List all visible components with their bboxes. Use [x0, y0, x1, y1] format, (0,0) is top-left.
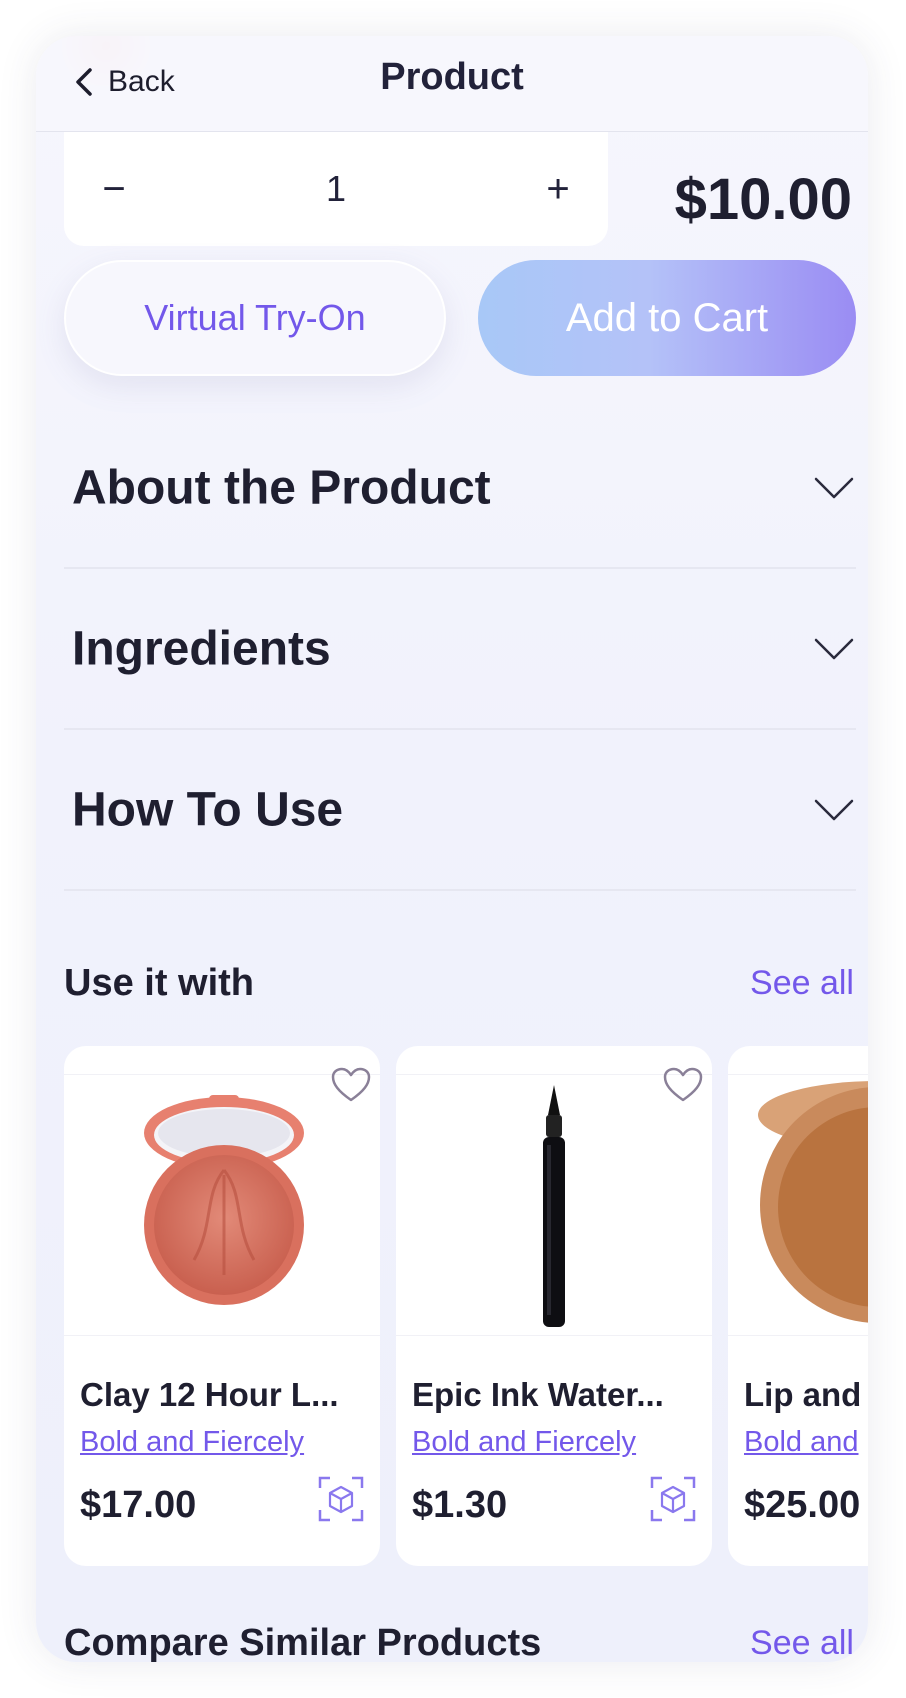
- product-price: $17.00: [80, 1484, 197, 1526]
- product-image: [64, 1074, 380, 1336]
- chevron-down-icon: [814, 477, 854, 498]
- accordion-ingredients[interactable]: Ingredients: [64, 569, 856, 730]
- accordion-how-to-use[interactable]: How To Use: [64, 730, 856, 891]
- accordion-label: Ingredients: [72, 622, 331, 675]
- heart-icon[interactable]: [662, 1066, 704, 1104]
- product-brand-link[interactable]: Bold and Fiercely: [412, 1426, 636, 1459]
- product-image: [728, 1074, 868, 1336]
- product-name: Epic Ink Water...: [412, 1376, 664, 1413]
- virtual-try-on-button[interactable]: Virtual Try-On: [64, 260, 446, 376]
- product-image: [396, 1074, 712, 1336]
- quantity-value: 1: [325, 168, 347, 209]
- quantity-stepper: − 1 +: [64, 132, 608, 246]
- decrease-quantity-button[interactable]: −: [94, 167, 134, 212]
- product-brand-link[interactable]: Bold and: [744, 1426, 859, 1459]
- add-to-cart-button[interactable]: Add to Cart: [478, 260, 856, 376]
- increase-quantity-button[interactable]: +: [538, 167, 578, 212]
- product-name: Clay 12 Hour L...: [80, 1376, 339, 1413]
- product-price: $10.00: [674, 167, 852, 232]
- see-all-use-it-with-link[interactable]: See all: [750, 964, 854, 1003]
- liquid-eyeliner-icon: [543, 1085, 565, 1327]
- product-card[interactable]: Epic Ink Water... Bold and Fiercely $1.3…: [396, 1046, 712, 1566]
- nav-header: Back Product: [36, 36, 868, 132]
- phone-screen: Back Product − 1 + $10.00 Virtual Try-On…: [36, 36, 868, 1662]
- blush-compact-icon: [144, 1095, 304, 1305]
- chevron-down-icon: [814, 638, 854, 659]
- product-price: $1.30: [412, 1484, 508, 1526]
- product-carousel[interactable]: Clay 12 Hour L... Bold and Fiercely $17.…: [64, 1046, 868, 1566]
- see-all-compare-link[interactable]: See all: [750, 1624, 854, 1662]
- ar-view-icon[interactable]: [318, 1476, 364, 1522]
- use-it-with-title: Use it with: [64, 962, 255, 1004]
- ar-view-icon[interactable]: [650, 1476, 696, 1522]
- chevron-down-icon: [814, 799, 854, 820]
- product-price: $25.00: [744, 1484, 861, 1526]
- accordion-about-product[interactable]: About the Product: [64, 408, 856, 569]
- product-card[interactable]: Clay 12 Hour L... Bold and Fiercely $17.…: [64, 1046, 380, 1566]
- page-title: Product: [380, 56, 524, 98]
- product-name: Lip and: [744, 1376, 862, 1413]
- compare-similar-title: Compare Similar Products: [64, 1622, 542, 1662]
- bronzer-compact-icon: [758, 1081, 868, 1323]
- accordion-label: How To Use: [72, 783, 344, 836]
- product-brand-link[interactable]: Bold and Fiercely: [80, 1426, 304, 1459]
- heart-icon[interactable]: [330, 1066, 372, 1104]
- product-card[interactable]: Lip and Bold and $25.00: [728, 1046, 868, 1566]
- accordion-label: About the Product: [72, 461, 491, 514]
